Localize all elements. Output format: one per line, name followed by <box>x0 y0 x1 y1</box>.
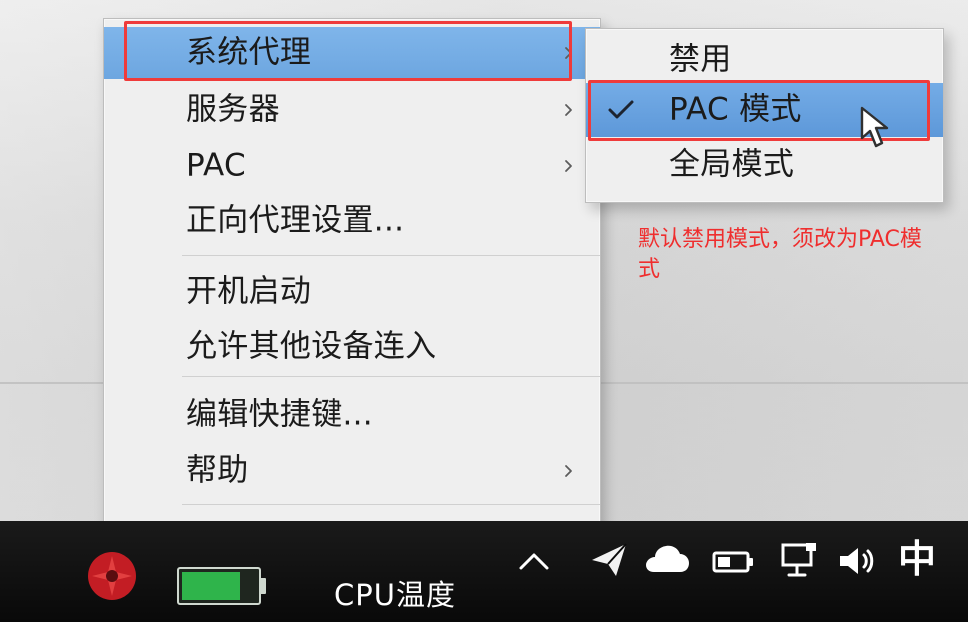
chevron-right-icon <box>565 465 572 477</box>
menu-item-forward-proxy-settings[interactable]: 正向代理设置... <box>104 195 600 247</box>
submenu-item-disabled[interactable]: 禁用 <box>586 33 943 87</box>
annotation-text: 默认禁用模式，须改为PAC模式 <box>638 227 922 282</box>
submenu-item-label: 禁用 <box>669 41 732 78</box>
menu-separator <box>182 504 600 505</box>
menu-item-start-on-boot[interactable]: 开机启动 <box>104 266 600 318</box>
mouse-pointer-icon <box>860 106 889 148</box>
menu-item-allow-other-devices[interactable]: 允许其他设备连入 <box>104 321 600 373</box>
battery-widget-icon <box>177 567 266 605</box>
chevron-right-icon <box>565 160 572 172</box>
input-method-indicator[interactable]: 中 <box>898 528 936 583</box>
menu-separator <box>182 376 600 377</box>
menu-highlight-outline <box>124 21 572 81</box>
cloud-icon[interactable] <box>641 542 693 578</box>
send-icon[interactable] <box>588 536 632 582</box>
menu-item-label: 服务器 <box>186 91 280 128</box>
menu-item-label: 允许其他设备连入 <box>186 328 437 365</box>
menu-item-label: 编辑快捷键... <box>186 396 373 433</box>
menu-item-pac[interactable]: PAC <box>104 140 600 192</box>
submenu-item-label: 全局模式 <box>669 146 795 183</box>
menu-item-help[interactable]: 帮助 <box>104 445 600 497</box>
taskbar <box>0 521 968 622</box>
show-hidden-icons-icon[interactable] <box>515 548 553 576</box>
menu-item-label: 开机启动 <box>186 273 312 310</box>
chevron-right-icon <box>565 104 572 116</box>
menu-item-edit-hotkeys[interactable]: 编辑快捷键... <box>104 389 600 441</box>
context-menu: 系统代理 服务器 PAC 正向代理设置... 开机启动 允许其他设备连入 编辑快… <box>103 18 601 572</box>
menu-item-label: 帮助 <box>186 452 249 489</box>
menu-separator <box>182 255 600 256</box>
cpu-temperature-label: CPU温度 <box>334 578 456 612</box>
app-icon <box>88 552 136 600</box>
menu-item-label: 正向代理设置... <box>186 202 405 239</box>
battery-status-icon[interactable] <box>711 546 757 578</box>
volume-icon[interactable] <box>834 541 878 581</box>
menu-item-servers[interactable]: 服务器 <box>104 84 600 136</box>
taskbar-glow <box>0 521 968 622</box>
network-icon[interactable] <box>777 540 821 580</box>
menu-item-label: PAC <box>186 147 246 184</box>
